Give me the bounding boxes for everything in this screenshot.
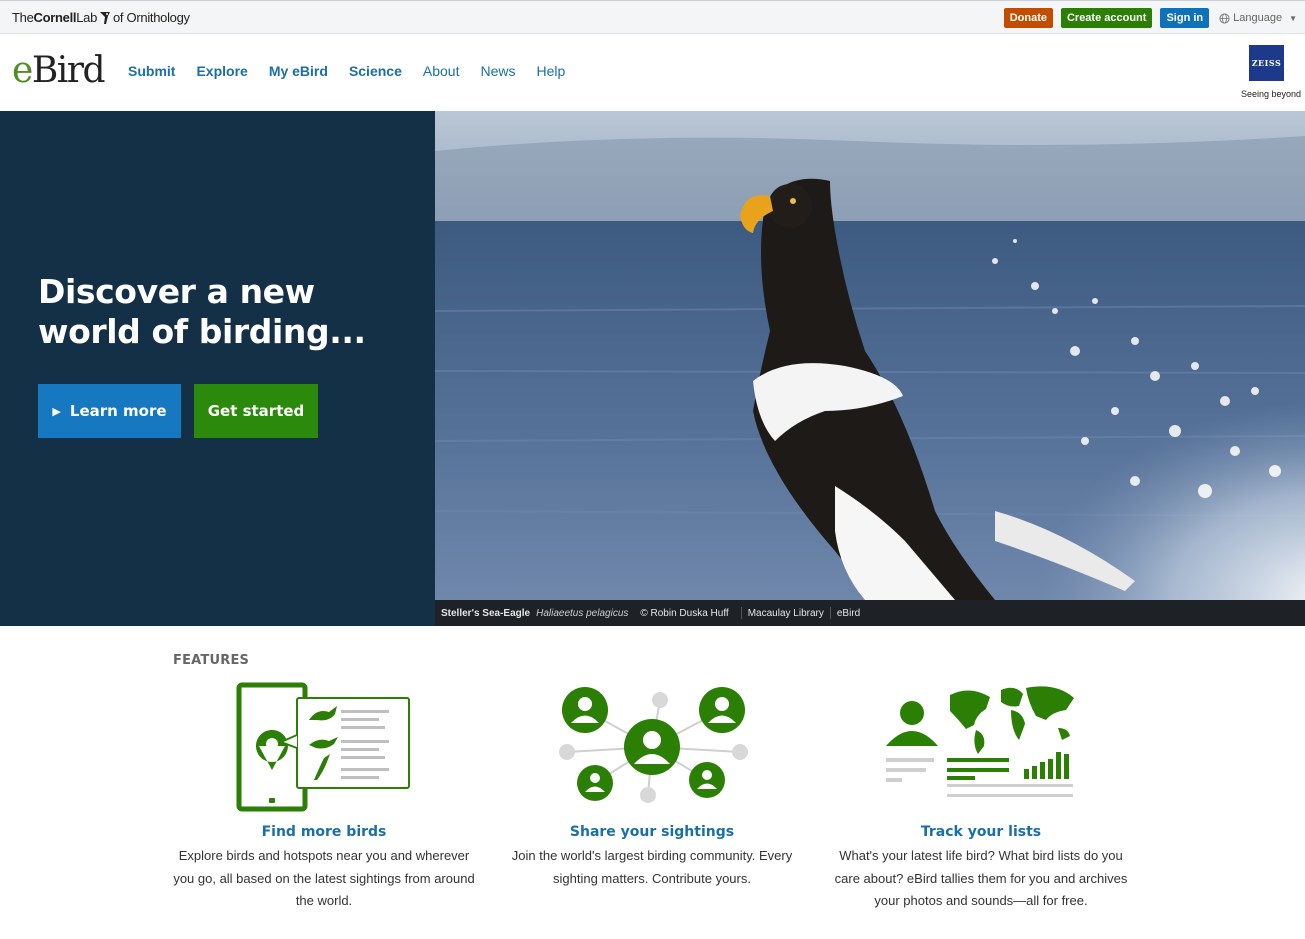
feature-title[interactable]: Track your lists (826, 824, 1136, 840)
cornell-bird-icon (100, 11, 110, 24)
feature-text: What's your latest life bird? What bird … (834, 848, 1128, 908)
hero-title: Discover a new world of birding... (38, 272, 366, 351)
caption-credit: © Robin Duska Huff (640, 607, 729, 619)
caption-divider (829, 607, 831, 619)
zeiss-logo[interactable]: ZEISS (1249, 45, 1284, 81)
nav-explore[interactable]: Explore (196, 63, 247, 79)
cornell-the: The (12, 10, 34, 25)
create-account-button[interactable]: Create account (1060, 8, 1153, 28)
steller-sea-eagle-photo (435, 111, 1305, 600)
cornell-lab: Lab (76, 10, 97, 25)
get-started-button[interactable]: Get started (194, 384, 318, 438)
language-selector[interactable]: Language ▼ (1219, 12, 1297, 24)
caption-divider (740, 607, 742, 619)
hero-photo (435, 111, 1305, 600)
site-header: eBird Submit Explore My eBird Science Ab… (0, 34, 1305, 111)
cornell-of-ornithology: of Ornithology (113, 10, 190, 25)
feature-title[interactable]: Find more birds (169, 824, 479, 840)
find-birds-illustration (169, 680, 479, 815)
world-stats-icon (886, 686, 1074, 797)
chevron-down-icon: ▼ (1289, 13, 1297, 23)
nav-science[interactable]: Science (349, 63, 402, 79)
nav-submit[interactable]: Submit (128, 63, 175, 79)
feature-track-lists: Track your lists What's your latest life… (826, 680, 1136, 913)
learn-more-label: Learn more (69, 402, 167, 420)
features-heading: FEATURES (173, 653, 250, 668)
share-sightings-illustration (497, 680, 807, 815)
main-nav: Submit Explore My eBird Science About Ne… (128, 63, 586, 79)
nav-my-ebird[interactable]: My eBird (269, 63, 328, 79)
feature-text: Join the world's largest birding communi… (511, 848, 793, 886)
donate-button[interactable]: Donate (1003, 8, 1053, 28)
feature-title[interactable]: Share your sightings (497, 824, 807, 840)
nav-about[interactable]: About (423, 63, 460, 79)
caption-source[interactable]: eBird (837, 608, 860, 619)
cornell-lab-logo[interactable]: The Cornell Lab of Ornithology (12, 10, 190, 25)
feature-text: Explore birds and hotspots near you and … (173, 848, 475, 908)
nav-news[interactable]: News (480, 63, 515, 79)
learn-more-button[interactable]: ▶ Learn more (38, 384, 181, 438)
logo-e: e (12, 50, 33, 91)
photo-caption: Steller's Sea-Eagle Haliaeetus pelagicus… (435, 600, 1305, 626)
cornell-name: Cornell (33, 10, 77, 25)
phone-map-icon (236, 682, 410, 812)
ebird-logo[interactable]: eBird (12, 50, 106, 91)
sign-in-button[interactable]: Sign in (1160, 8, 1210, 28)
hero-panel: Discover a new world of birding... ▶ Lea… (0, 111, 435, 626)
community-network-icon (559, 687, 748, 803)
zeiss-tagline: Seeing beyond (1241, 89, 1302, 99)
utility-bar: The Cornell Lab of Ornithology Donate Crea… (0, 0, 1305, 34)
caption-library[interactable]: Macaulay Library (748, 608, 824, 619)
language-label: Language (1233, 12, 1283, 24)
caption-species[interactable]: Steller's Sea-Eagle (441, 608, 530, 619)
caption-scientific-name: Haliaeetus pelagicus (536, 607, 629, 619)
nav-help[interactable]: Help (536, 63, 565, 79)
logo-bird: Bird (31, 50, 106, 91)
feature-share-sightings: Share your sightings Join the world's la… (497, 680, 807, 890)
play-icon: ▶ (52, 404, 61, 418)
globe-icon (1219, 12, 1230, 24)
track-lists-illustration (826, 680, 1136, 815)
feature-find-more-birds: Find more birds Explore birds and hotspo… (169, 680, 479, 913)
